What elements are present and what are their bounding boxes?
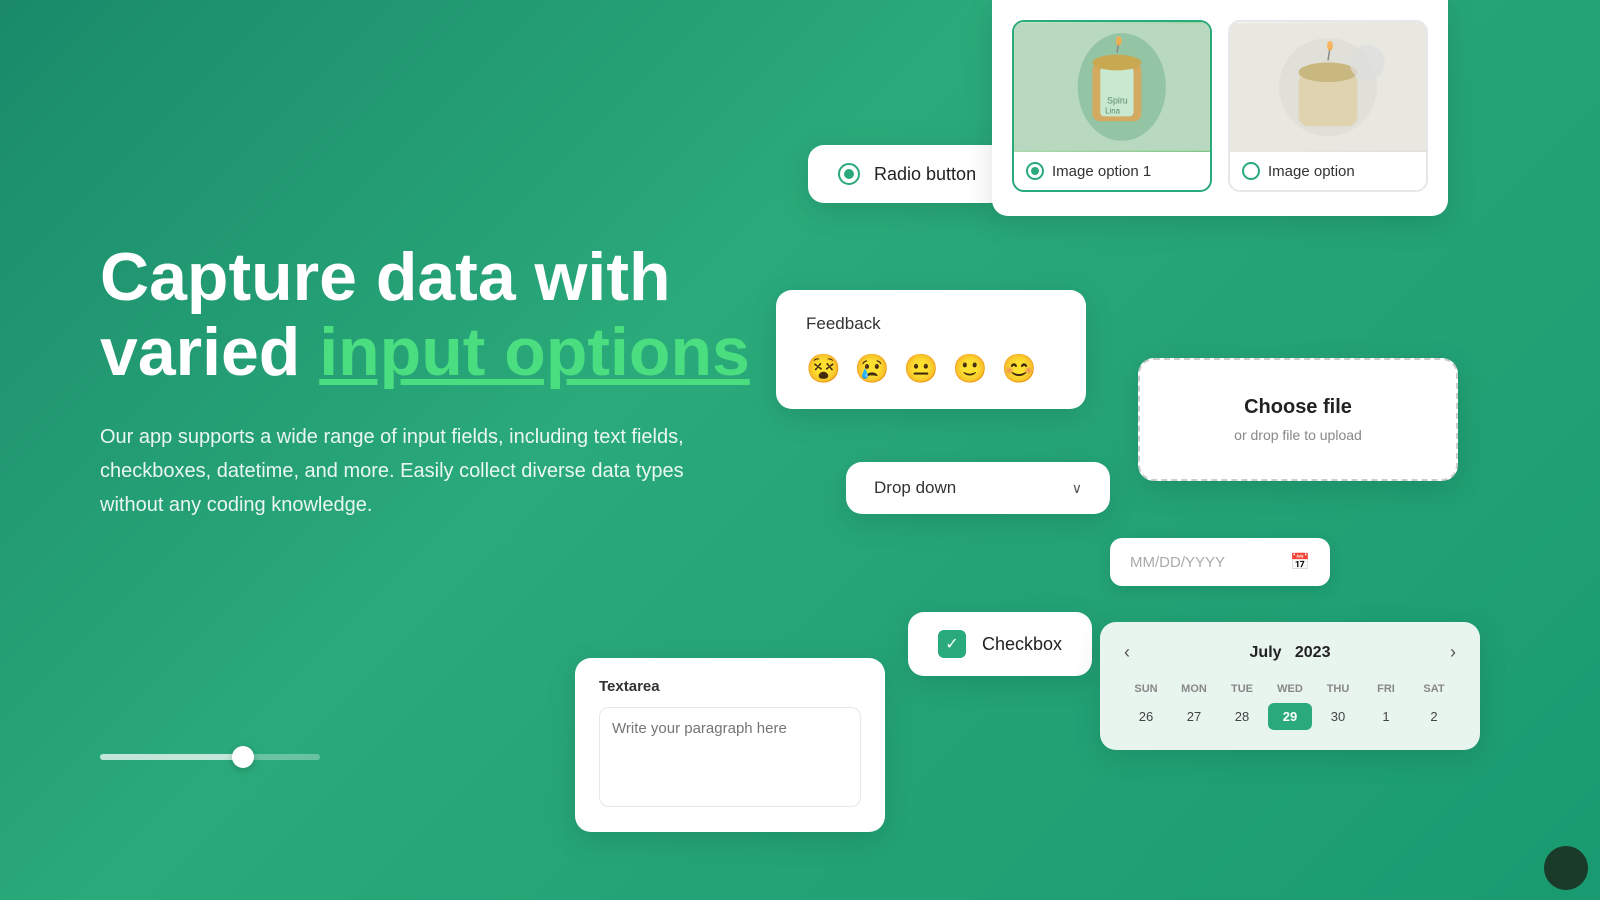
image-thumb-1: Spiru Lina: [1014, 22, 1210, 152]
slider-track[interactable]: [100, 754, 320, 760]
slider-thumb[interactable]: [232, 746, 254, 768]
cal-header-thu: THU: [1316, 679, 1360, 699]
calendar-card: ‹ July 2023 › SUN MON TUE WED THU FRI SA…: [1100, 622, 1480, 750]
cal-day-1[interactable]: 1: [1364, 703, 1408, 730]
emoji-good[interactable]: 🙂: [953, 352, 988, 385]
svg-text:Spiru: Spiru: [1107, 96, 1128, 106]
textarea-label: Textarea: [599, 678, 861, 695]
cal-header-sun: SUN: [1124, 679, 1168, 699]
checkmark-icon: ✓: [945, 634, 958, 654]
date-input-card[interactable]: MM/DD/YYYY 📅: [1110, 538, 1330, 586]
feedback-title: Feedback: [806, 314, 1056, 334]
cal-day-26[interactable]: 26: [1124, 703, 1168, 730]
dropdown-card[interactable]: Drop down ∨: [846, 462, 1110, 514]
image-option-2[interactable]: Image option: [1228, 20, 1428, 192]
image-radio-1: [1026, 162, 1044, 180]
cal-header-fri: FRI: [1364, 679, 1408, 699]
svg-text:Lina: Lina: [1105, 106, 1120, 115]
cal-header-tue: TUE: [1220, 679, 1264, 699]
emoji-neutral[interactable]: 😐: [904, 352, 939, 385]
radio-dot: [838, 163, 860, 185]
hero-section: Capture data with varied input options O…: [100, 240, 780, 522]
radio-label: Radio button: [874, 164, 976, 185]
calendar-next-button[interactable]: ›: [1450, 642, 1456, 663]
cal-header-sat: SAT: [1412, 679, 1456, 699]
date-placeholder: MM/DD/YYYY: [1130, 554, 1225, 571]
hero-title: Capture data with varied input options: [100, 240, 780, 390]
chevron-down-icon: ∨: [1072, 480, 1082, 497]
emoji-row: 😵 😢 😐 🙂 😊: [806, 352, 1056, 385]
image-thumb-2: [1230, 22, 1426, 152]
dark-circle-decoration: [1544, 846, 1588, 890]
calendar-header: ‹ July 2023 ›: [1124, 642, 1456, 663]
emoji-sad[interactable]: 😢: [855, 352, 890, 385]
cal-day-27[interactable]: 27: [1172, 703, 1216, 730]
file-upload-title: Choose file: [1190, 396, 1406, 419]
image-option-1[interactable]: Spiru Lina Image option 1: [1012, 20, 1212, 192]
textarea-card: Textarea: [575, 658, 885, 832]
emoji-great[interactable]: 😊: [1002, 352, 1037, 385]
emoji-terrible[interactable]: 😵: [806, 352, 841, 385]
image-option-2-label: Image option: [1230, 152, 1426, 190]
calendar-grid: SUN MON TUE WED THU FRI SAT 26 27 28 29 …: [1124, 679, 1456, 730]
checkbox-card[interactable]: ✓ Checkbox: [908, 612, 1092, 676]
calendar-month-year: July 2023: [1130, 644, 1450, 662]
file-upload-subtitle: or drop file to upload: [1190, 427, 1406, 443]
calendar-icon: 📅: [1290, 552, 1310, 572]
file-upload-card[interactable]: Choose file or drop file to upload: [1138, 358, 1458, 481]
image-options-panel: Spiru Lina Image option 1: [992, 0, 1448, 216]
hero-description: Our app supports a wide range of input f…: [100, 420, 740, 522]
slider-container: [100, 754, 320, 760]
checkbox-label: Checkbox: [982, 634, 1062, 655]
cal-header-mon: MON: [1172, 679, 1216, 699]
cal-day-2[interactable]: 2: [1412, 703, 1456, 730]
dropdown-text: Drop down: [874, 478, 956, 498]
hero-highlight: input options: [319, 314, 750, 390]
slider-fill: [100, 754, 243, 760]
cal-day-28[interactable]: 28: [1220, 703, 1264, 730]
checkbox-box: ✓: [938, 630, 966, 658]
textarea-input[interactable]: [599, 707, 861, 807]
feedback-card: Feedback 😵 😢 😐 🙂 😊: [776, 290, 1086, 409]
image-radio-2: [1242, 162, 1260, 180]
radio-button-card[interactable]: Radio button: [808, 145, 1006, 203]
cal-day-29[interactable]: 29: [1268, 703, 1312, 730]
cal-header-wed: WED: [1268, 679, 1312, 699]
cal-day-30[interactable]: 30: [1316, 703, 1360, 730]
image-option-1-label: Image option 1: [1014, 152, 1210, 190]
